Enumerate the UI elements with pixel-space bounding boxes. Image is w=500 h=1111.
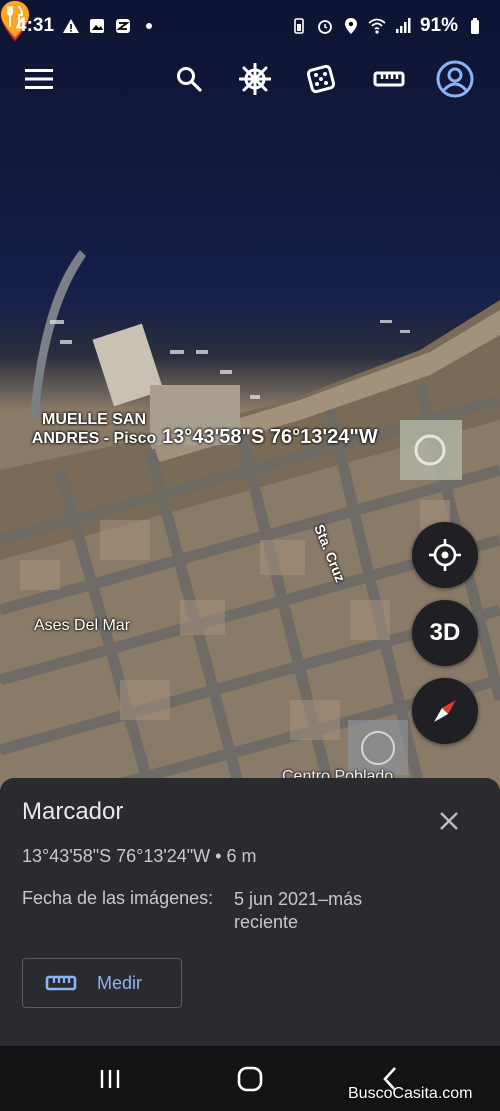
signal-icon [395, 18, 411, 33]
close-icon [440, 812, 458, 830]
dice-icon [306, 64, 336, 94]
compass-icon [434, 700, 456, 722]
pin-coordinates-label: 13°43'58"S 76°13'24"W [162, 426, 378, 448]
measure-button[interactable]: Medir [22, 958, 182, 1008]
gallery-icon [90, 19, 105, 33]
place-label-muelle[interactable]: MUELLE SAN ANDRES - Pisco [24, 410, 164, 448]
imagery-date-value: 5 jun 2021–más reciente [234, 889, 363, 932]
map-imagery [0, 250, 500, 790]
status-bar: 4:31 91% [0, 0, 500, 52]
notes-icon [116, 19, 131, 33]
alarm-icon [318, 20, 332, 34]
measure-label: Medir [97, 972, 143, 993]
battery-icon [471, 18, 479, 34]
wifi-icon [368, 18, 386, 34]
account-button[interactable] [434, 58, 476, 100]
top-toolbar [0, 52, 500, 108]
voyager-button[interactable] [234, 58, 276, 100]
home-icon [237, 1066, 263, 1092]
placemark-coordinates: 13°43'58"S 76°13'24"W • 6 m [22, 846, 257, 866]
my-location-button[interactable] [412, 522, 478, 588]
close-button[interactable] [434, 806, 464, 836]
measure-tool-button[interactable] [368, 58, 410, 100]
compass-button[interactable] [412, 678, 478, 744]
clock: 4:31 [16, 15, 55, 36]
ship-wheel-icon [239, 63, 271, 95]
location-icon [344, 18, 357, 34]
3d-toggle-button[interactable]: 3D [412, 600, 478, 666]
site-watermark: BuscoCasita.com [348, 1085, 473, 1102]
ruler-icon [373, 71, 405, 87]
menu-button[interactable] [18, 58, 60, 100]
warning-icon [63, 19, 80, 33]
feeling-lucky-button[interactable] [300, 58, 342, 100]
battery-saver-icon [294, 18, 304, 34]
crosshair-icon [429, 539, 461, 571]
menu-icon [25, 69, 53, 89]
sheet-title: Marcador [22, 798, 124, 825]
battery-level: 91% [419, 15, 458, 36]
restaurant-label[interactable]: Ases Del Mar [34, 617, 130, 635]
recents-button[interactable] [90, 1062, 130, 1096]
home-button[interactable] [230, 1062, 270, 1096]
satellite-map[interactable]: MUELLE SAN ANDRES - Pisco 13°43'58"S 76°… [0, 0, 500, 790]
placemark-sheet: Marcador 13°43'58"S 76°13'24"W • 6 m Fec… [0, 778, 500, 1046]
search-button[interactable] [168, 58, 210, 100]
account-icon [436, 60, 474, 98]
dot-icon [146, 23, 153, 29]
search-icon [177, 67, 202, 92]
ruler-icon [45, 975, 77, 991]
imagery-date-label: Fecha de las imágenes: [22, 888, 214, 908]
recents-icon [100, 1070, 120, 1088]
